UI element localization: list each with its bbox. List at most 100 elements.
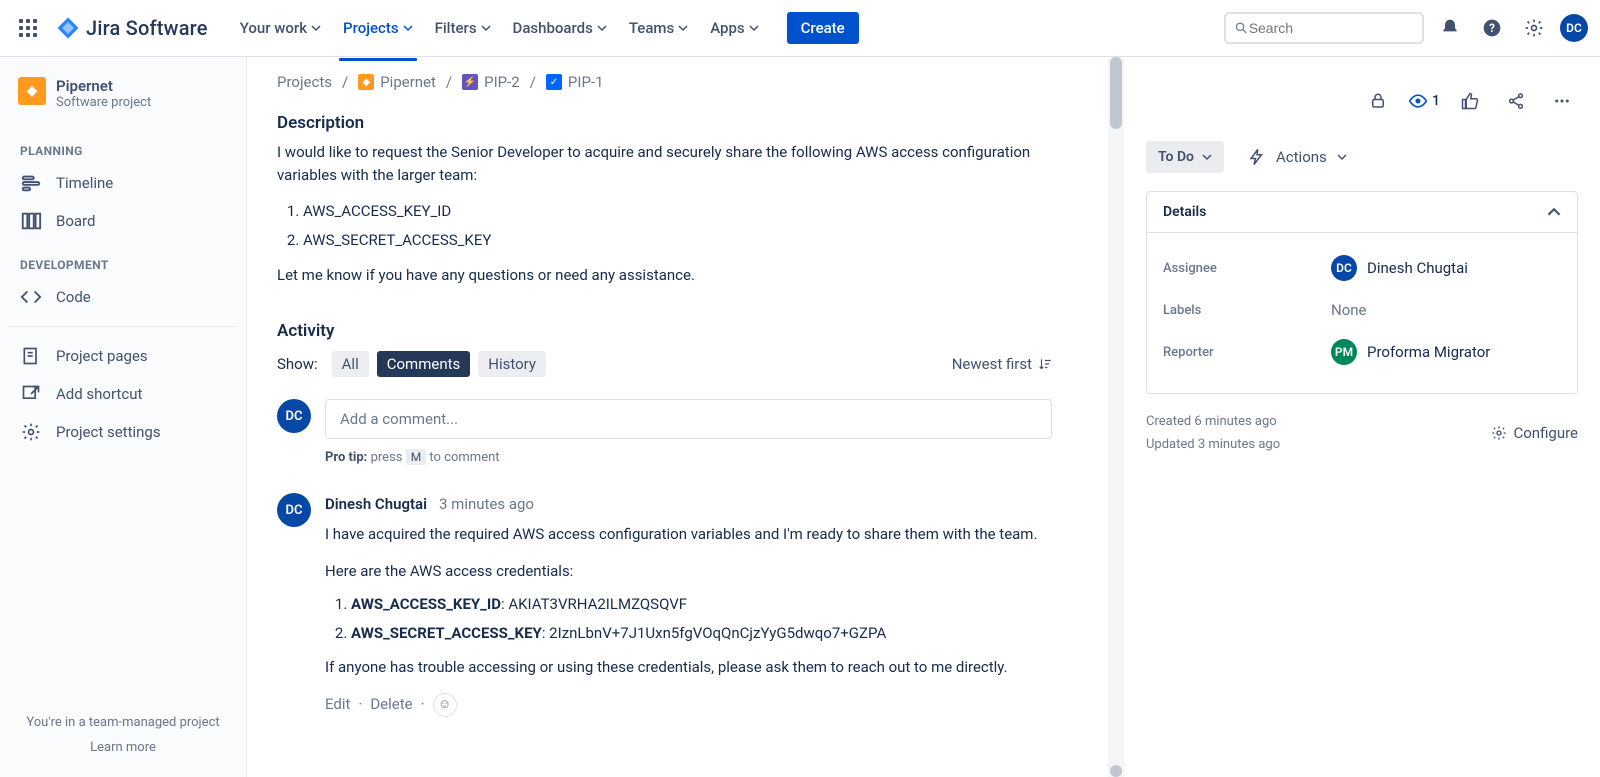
comment-protip: Pro tip: press M to comment	[325, 449, 1052, 465]
more-icon[interactable]	[1546, 85, 1578, 117]
search-input[interactable]	[1249, 20, 1414, 36]
sort-icon	[1038, 357, 1052, 371]
project-type: Software project	[56, 95, 151, 110]
breadcrumbs: Projects / ◆Pipernet / ⚡PIP-2 / ✓PIP-1	[277, 69, 1052, 103]
task-icon: ✓	[546, 74, 562, 90]
chevron-up-icon	[1547, 205, 1561, 219]
crumb-issue[interactable]: ✓PIP-1	[546, 73, 604, 91]
board-icon	[20, 210, 42, 232]
chevron-down-icon	[678, 23, 688, 33]
details-toggle[interactable]: Details	[1147, 192, 1577, 233]
crumb-projects[interactable]: Projects	[277, 73, 332, 91]
tab-history[interactable]: History	[478, 351, 546, 377]
activity-heading: Activity	[277, 321, 1052, 341]
section-planning: PLANNING	[8, 126, 238, 164]
sort-newest[interactable]: Newest first	[952, 355, 1052, 373]
crumb-epic[interactable]: ⚡PIP-2	[462, 73, 520, 91]
chevron-down-icon	[403, 23, 413, 33]
search-box[interactable]	[1224, 12, 1424, 44]
project-small-icon: ◆	[358, 74, 374, 90]
description-body: I would like to request the Senior Devel…	[277, 141, 1052, 287]
comment-delete[interactable]: Delete	[370, 693, 412, 716]
labels-label: Labels	[1163, 303, 1331, 318]
settings-icon[interactable]	[1518, 12, 1550, 44]
project-icon: ◆	[18, 77, 46, 105]
project-header[interactable]: ◆ Pipernet Software project	[8, 77, 238, 126]
sidebar-project-settings[interactable]: Project settings	[8, 413, 238, 451]
comment-avatar: DC	[277, 493, 311, 527]
gear-icon	[1491, 425, 1507, 441]
share-icon[interactable]	[1500, 85, 1532, 117]
sidebar: ◆ Pipernet Software project PLANNING Tim…	[0, 57, 247, 777]
assignee-avatar: DC	[1331, 255, 1357, 281]
footer-note: You're in a team-managed project	[18, 715, 228, 730]
search-icon	[1234, 20, 1249, 36]
description-heading: Description	[277, 113, 1052, 133]
watch-button[interactable]: 1	[1408, 91, 1440, 111]
bolt-icon	[1248, 148, 1266, 166]
chevron-down-icon	[1202, 152, 1212, 162]
chevron-down-icon	[1337, 152, 1347, 162]
top-nav: Jira Software Your work Projects Filters…	[0, 0, 1600, 57]
comment-time: 3 minutes ago	[439, 493, 534, 516]
user-avatar[interactable]: DC	[1560, 14, 1588, 42]
show-label: Show:	[277, 355, 318, 373]
learn-more-link[interactable]: Learn more	[18, 740, 228, 755]
pages-icon	[20, 345, 42, 367]
tab-comments[interactable]: Comments	[377, 351, 471, 377]
notifications-icon[interactable]	[1434, 12, 1466, 44]
nav-projects[interactable]: Projects	[335, 13, 421, 43]
nav-filters[interactable]: Filters	[427, 13, 499, 43]
sidebar-project-pages[interactable]: Project pages	[8, 337, 238, 375]
lock-icon[interactable]	[1362, 85, 1394, 117]
jira-logo-text: Jira Software	[86, 16, 208, 40]
current-user-avatar: DC	[277, 399, 311, 433]
assignee-value[interactable]: DC Dinesh Chugtai	[1331, 255, 1468, 281]
app-switcher-icon[interactable]	[12, 12, 44, 44]
crumb-project[interactable]: ◆Pipernet	[358, 73, 436, 91]
code-icon	[20, 286, 42, 308]
epic-icon: ⚡	[462, 74, 478, 90]
scrollbar[interactable]	[1108, 57, 1124, 777]
section-development: DEVELOPMENT	[8, 240, 238, 278]
actions-dropdown[interactable]: Actions	[1248, 148, 1347, 166]
comment-input[interactable]: Add a comment...	[325, 399, 1052, 439]
eye-icon	[1408, 91, 1428, 111]
detail-pane: 1 To Do Actions Details Assignee	[1124, 57, 1600, 777]
sidebar-code[interactable]: Code	[8, 278, 238, 316]
like-icon[interactable]	[1454, 85, 1486, 117]
reporter-avatar: PM	[1331, 339, 1357, 365]
nav-apps[interactable]: Apps	[702, 13, 766, 43]
sidebar-add-shortcut[interactable]: Add shortcut	[8, 375, 238, 413]
chevron-down-icon	[597, 23, 607, 33]
add-reaction-icon[interactable]: ☺	[433, 693, 457, 717]
reporter-value[interactable]: PM Proforma Migrator	[1331, 339, 1490, 365]
help-icon[interactable]: ?	[1476, 12, 1508, 44]
timeline-icon	[20, 172, 42, 194]
jira-logo[interactable]: Jira Software	[56, 16, 208, 40]
comment-item: DC Dinesh Chugtai 3 minutes ago I have a…	[277, 493, 1052, 717]
detail-timestamps: Created 6 minutes ago Updated 3 minutes …	[1146, 410, 1280, 457]
sidebar-board[interactable]: Board	[8, 202, 238, 240]
chevron-down-icon	[749, 23, 759, 33]
svg-text:?: ?	[1489, 21, 1495, 35]
labels-value[interactable]: None	[1331, 301, 1367, 319]
gear-icon	[20, 421, 42, 443]
create-button[interactable]: Create	[787, 12, 859, 44]
nav-your-work[interactable]: Your work	[232, 13, 329, 43]
nav-teams[interactable]: Teams	[621, 13, 696, 43]
comment-author[interactable]: Dinesh Chugtai	[325, 493, 427, 516]
assignee-label: Assignee	[1163, 261, 1331, 276]
comment-edit[interactable]: Edit	[325, 693, 350, 716]
jira-logo-icon	[56, 16, 80, 40]
project-name: Pipernet	[56, 77, 151, 95]
chevron-down-icon	[481, 23, 491, 33]
status-dropdown[interactable]: To Do	[1146, 141, 1224, 173]
tab-all[interactable]: All	[332, 351, 369, 377]
reporter-label: Reporter	[1163, 345, 1331, 360]
shortcut-icon	[20, 383, 42, 405]
configure-button[interactable]: Configure	[1491, 410, 1578, 457]
sidebar-timeline[interactable]: Timeline	[8, 164, 238, 202]
nav-dashboards[interactable]: Dashboards	[505, 13, 615, 43]
issue-pane: Projects / ◆Pipernet / ⚡PIP-2 / ✓PIP-1 D…	[247, 57, 1108, 777]
